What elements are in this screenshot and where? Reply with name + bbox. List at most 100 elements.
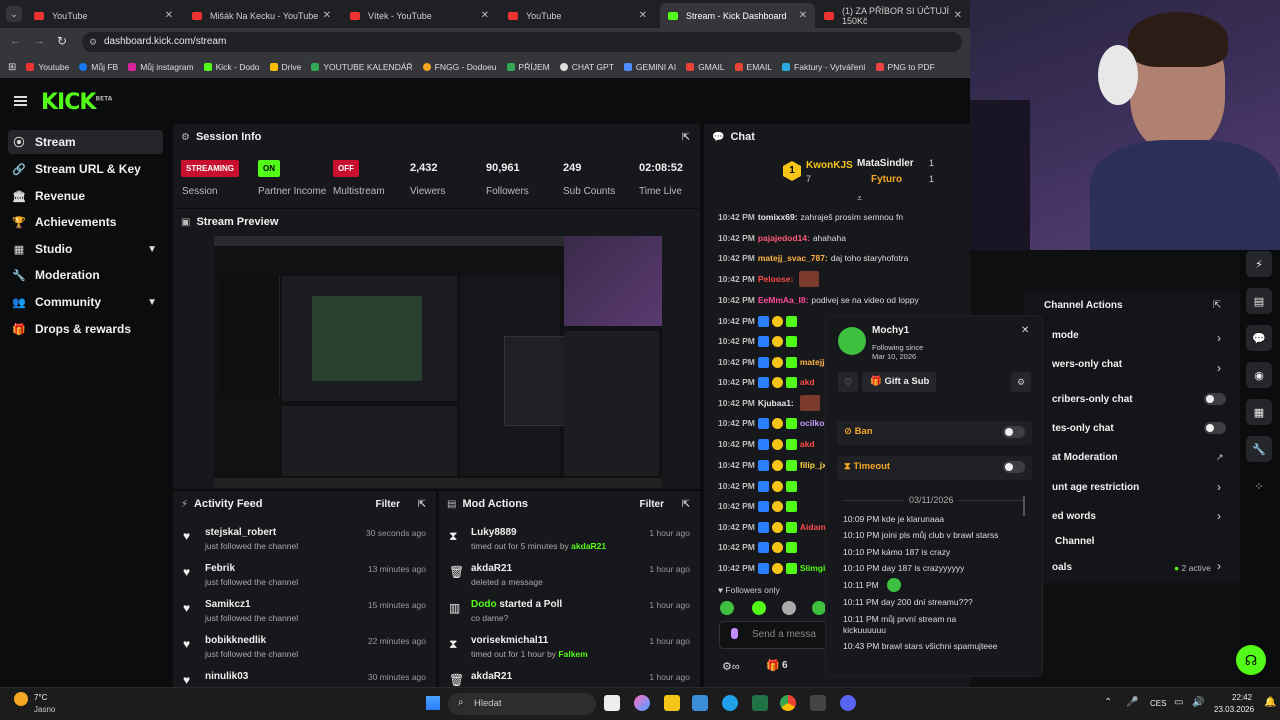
gift-icon[interactable]: 🎁 bbox=[766, 659, 780, 672]
user-card-more-button[interactable]: ⚙ bbox=[1011, 372, 1031, 392]
bookmark-item[interactable]: Můj instagram bbox=[128, 62, 194, 72]
bookmark-item[interactable]: EMAIL bbox=[734, 62, 772, 72]
bookmark-item[interactable]: Drive bbox=[269, 62, 301, 72]
leader-name[interactable]: KwonKJS bbox=[806, 160, 853, 171]
bookmark-item[interactable]: GMAIL bbox=[686, 62, 725, 72]
emote-icon[interactable] bbox=[812, 601, 826, 615]
sidebar-item-drops-rewards[interactable]: 🎁 Drops & rewards bbox=[8, 317, 163, 341]
back-icon[interactable]: ← bbox=[10, 35, 21, 47]
user-card-name[interactable]: Mochy1 bbox=[872, 325, 909, 336]
stream-preview-video[interactable] bbox=[214, 236, 662, 488]
tray-chevron-icon[interactable]: ⌃ bbox=[1104, 697, 1112, 708]
subscribers-only-toggle[interactable] bbox=[1204, 393, 1226, 405]
emotes-only-toggle[interactable] bbox=[1204, 422, 1226, 434]
network-icon[interactable]: ▭ bbox=[1174, 697, 1183, 708]
obs-icon[interactable] bbox=[810, 695, 826, 711]
quick-action-bolt-icon[interactable]: ⚡ bbox=[1246, 251, 1272, 277]
weather-icon[interactable] bbox=[14, 692, 28, 706]
scrollbar[interactable] bbox=[1023, 496, 1025, 516]
follow-heart-button[interactable]: ♡ bbox=[838, 372, 858, 392]
kick-logo[interactable]: KICKBETA bbox=[41, 90, 112, 115]
taskbar-search[interactable]: Hledat bbox=[448, 693, 596, 715]
close-tab-icon[interactable]: ✕ bbox=[954, 10, 962, 21]
emote-icon[interactable] bbox=[752, 601, 766, 615]
popout-icon[interactable]: ⇱ bbox=[1213, 300, 1221, 311]
chat-username[interactable]: Peloose: bbox=[758, 274, 793, 284]
apps-icon[interactable]: ⊞ bbox=[8, 62, 16, 73]
chat-username[interactable]: tomixx69: bbox=[758, 212, 798, 222]
timeout-toggle[interactable] bbox=[1003, 461, 1025, 473]
chat-username[interactable]: akd bbox=[800, 377, 815, 387]
language-indicator[interactable]: CES bbox=[1150, 699, 1166, 708]
bookmark-item[interactable]: YOUTUBE KALENDÁŘ bbox=[311, 62, 413, 72]
bookmark-item[interactable]: FNGG - Dodoeu bbox=[422, 62, 497, 72]
channel-action-mode[interactable]: mode bbox=[1052, 330, 1079, 341]
bookmark-item[interactable]: PŘÍJEM bbox=[506, 62, 550, 72]
microphone-icon[interactable]: 🎤 bbox=[1126, 697, 1138, 708]
popout-icon[interactable]: ⇱ bbox=[682, 499, 690, 510]
leader-name[interactable]: Fyturo bbox=[871, 174, 902, 185]
edge-icon[interactable] bbox=[722, 695, 738, 711]
bookmark-item[interactable]: Faktury - Vytváření bbox=[782, 62, 866, 72]
close-tab-icon[interactable]: ✕ bbox=[165, 10, 173, 21]
close-tab-icon[interactable]: ✕ bbox=[323, 10, 331, 21]
chat-username[interactable]: pajajedod14: bbox=[758, 233, 810, 243]
mic-icon[interactable] bbox=[731, 628, 738, 639]
clock-date[interactable]: 23.03.2026 bbox=[1214, 705, 1254, 714]
browser-tab[interactable]: Vítek - YouTube ✕ bbox=[342, 3, 497, 28]
sidebar-item-stream[interactable]: ⦿ Stream bbox=[8, 130, 163, 154]
menu-icon[interactable] bbox=[14, 96, 27, 106]
quick-action-community-icon[interactable]: ⁘ bbox=[1246, 473, 1272, 499]
channel-action-followers-only[interactable]: wers-only chat bbox=[1052, 359, 1122, 370]
channel-action-banned-words[interactable]: ed words bbox=[1052, 511, 1096, 522]
quick-action-doc-icon[interactable]: ▤ bbox=[1246, 288, 1272, 314]
expand-leaderboard-icon[interactable]: ⩡ bbox=[857, 193, 862, 204]
chat-username[interactable]: akd bbox=[800, 439, 815, 449]
channel-action-chat-moderation[interactable]: at Moderation bbox=[1052, 452, 1118, 463]
browser-tab[interactable]: (1) ZA PŘÍBOR SI ÚČTUJÍ 150Kč ✕ bbox=[816, 3, 970, 28]
browser-tab[interactable]: YouTube ✕ bbox=[500, 3, 655, 28]
close-tab-icon[interactable]: ✕ bbox=[799, 10, 807, 21]
address-bar[interactable]: dashboard.kick.com/stream bbox=[82, 32, 962, 52]
popout-icon[interactable]: ⇱ bbox=[682, 132, 690, 143]
close-tab-icon[interactable]: ✕ bbox=[639, 10, 647, 21]
quick-action-layout-icon[interactable]: ▦ bbox=[1246, 399, 1272, 425]
gift-sub-button[interactable]: 🎁 Gift a Sub bbox=[862, 372, 936, 392]
bookmark-item[interactable]: CHAT GPT bbox=[559, 62, 614, 72]
copilot-icon[interactable] bbox=[634, 695, 650, 711]
forward-icon[interactable]: → bbox=[34, 35, 45, 47]
quick-action-chat-icon[interactable]: 💬 bbox=[1246, 325, 1272, 351]
chevron-right-icon[interactable]: › bbox=[1217, 509, 1221, 523]
task-view-icon[interactable] bbox=[604, 695, 620, 711]
volume-icon[interactable]: 🔊 bbox=[1192, 697, 1204, 708]
chat-settings-icon[interactable]: ⚙∞ bbox=[722, 660, 740, 673]
channel-action-age-restriction[interactable]: unt age restriction bbox=[1052, 482, 1139, 493]
channel-action-goals[interactable]: oals bbox=[1052, 562, 1072, 573]
browser-tab[interactable]: YouTube ✕ bbox=[26, 3, 181, 28]
chevron-right-icon[interactable]: › bbox=[1217, 361, 1221, 375]
bookmark-item[interactable]: GEMINI AI bbox=[623, 62, 676, 72]
help-support-icon[interactable]: ☊ bbox=[1236, 645, 1266, 675]
bookmark-item[interactable]: Youtube bbox=[26, 62, 69, 72]
reload-icon[interactable]: ↻ bbox=[57, 34, 67, 48]
sidebar-item-stream-url-key[interactable]: 🔗 Stream URL & Key bbox=[8, 157, 163, 181]
browser-tab-active[interactable]: Stream - Kick Dashboard ✕ bbox=[660, 3, 815, 28]
chevron-right-icon[interactable]: › bbox=[1217, 480, 1221, 494]
store-icon[interactable] bbox=[692, 695, 708, 711]
sidebar-item-moderation[interactable]: 🔧 Moderation bbox=[8, 263, 163, 287]
windows-start-icon[interactable] bbox=[426, 696, 440, 710]
emote-icon[interactable] bbox=[782, 601, 796, 615]
chat-username[interactable]: matejj_svac_787: bbox=[758, 253, 828, 263]
sidebar-item-studio[interactable]: ▦ Studio ▼ bbox=[8, 237, 163, 261]
browser-tab[interactable]: Mišák Na Kecku - YouTube ✕ bbox=[184, 3, 339, 28]
filter-button[interactable]: Filter bbox=[640, 499, 664, 510]
filter-button[interactable]: Filter bbox=[376, 499, 400, 510]
notification-icon[interactable]: 🔔 bbox=[1264, 697, 1276, 708]
close-icon[interactable]: ✕ bbox=[1021, 325, 1029, 336]
site-info-icon[interactable]: ⚙ bbox=[89, 37, 97, 48]
tab-list-chevron-icon[interactable]: ⌄ bbox=[6, 6, 22, 22]
quick-action-wrench-icon[interactable]: 🔧 bbox=[1246, 436, 1272, 462]
external-link-icon[interactable]: ↗ bbox=[1216, 452, 1224, 463]
chevron-right-icon[interactable]: › bbox=[1217, 559, 1221, 573]
popout-icon[interactable]: ⇱ bbox=[418, 499, 426, 510]
